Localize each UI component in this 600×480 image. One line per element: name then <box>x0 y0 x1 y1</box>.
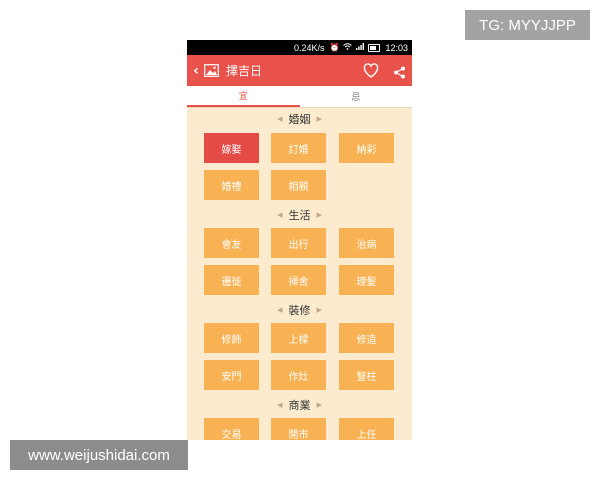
item-button[interactable]: 嫁娶 <box>204 133 259 163</box>
watermark-bottom-left: www.weijushidai.com <box>10 440 188 470</box>
triangle-left-icon: ◀ <box>277 115 283 123</box>
item-button[interactable]: 安門 <box>204 360 259 390</box>
category-list: ◀ 婚姻 ▶ 嫁娶 訂婚 納彩 婚禮 相親 ◀ 生活 ▶ 會友 出行 治病 遷徙… <box>187 108 412 440</box>
section-title: 商業 <box>288 399 311 412</box>
section-header-renovation: ◀ 裝修 ▶ <box>187 303 412 317</box>
item-button[interactable]: 納彩 <box>339 133 394 163</box>
tab-ji[interactable]: 忌 <box>300 86 413 107</box>
section-title: 婚姻 <box>288 113 311 126</box>
section-header-business: ◀ 商業 ▶ <box>187 398 412 412</box>
item-button[interactable]: 上樑 <box>271 323 326 353</box>
wifi-icon <box>343 43 353 52</box>
heart-icon[interactable] <box>362 62 380 79</box>
tab-bar: 宜 忌 <box>187 86 412 108</box>
item-button[interactable]: 出行 <box>271 228 326 258</box>
item-button[interactable]: 相親 <box>271 170 326 200</box>
tab-yi[interactable]: 宜 <box>187 86 300 107</box>
triangle-right-icon: ▶ <box>316 401 322 409</box>
item-button[interactable]: 理髮 <box>339 265 394 295</box>
share-icon[interactable] <box>393 64 406 79</box>
triangle-left-icon: ◀ <box>277 401 283 409</box>
triangle-left-icon: ◀ <box>277 211 283 219</box>
item-button[interactable]: 婚禮 <box>204 170 259 200</box>
triangle-right-icon: ▶ <box>316 115 322 123</box>
battery-icon <box>368 43 381 52</box>
page-title: 擇吉日 <box>226 64 263 78</box>
item-button[interactable]: 上任 <box>339 418 394 440</box>
triangle-right-icon: ▶ <box>316 211 322 219</box>
item-button[interactable]: 遷徙 <box>204 265 259 295</box>
section-title: 生活 <box>288 209 311 222</box>
watermark-top-right: TG: MYYJJPP <box>465 10 590 40</box>
item-button[interactable]: 會友 <box>204 228 259 258</box>
phone-screen: 0.24K/s ⏰ 12:03 ‹ 擇吉日 宜 忌 ◀ 婚姻 ▶ 嫁娶 訂婚 納… <box>187 40 412 440</box>
status-icons: ⏰ <box>330 43 381 52</box>
item-button[interactable]: 修造 <box>339 323 394 353</box>
item-button[interactable]: 治病 <box>339 228 394 258</box>
chevron-left-icon[interactable]: ‹ <box>190 63 202 79</box>
alarm-icon: ⏰ <box>329 43 340 52</box>
triangle-left-icon: ◀ <box>277 306 283 314</box>
network-speed: 0.24K/s <box>293 42 325 53</box>
section-header-marriage: ◀ 婚姻 ▶ <box>187 112 412 126</box>
signal-icon <box>356 43 365 52</box>
triangle-right-icon: ▶ <box>316 306 322 314</box>
item-button[interactable]: 訂婚 <box>271 133 326 163</box>
section-title: 裝修 <box>288 304 311 317</box>
clock: 12:03 <box>385 42 408 53</box>
item-button[interactable]: 修飾 <box>204 323 259 353</box>
app-bar: ‹ 擇吉日 <box>187 55 412 86</box>
item-button[interactable]: 掃舍 <box>271 265 326 295</box>
item-button[interactable]: 開市 <box>271 418 326 440</box>
item-button[interactable]: 作灶 <box>271 360 326 390</box>
item-button[interactable]: 豎柱 <box>339 360 394 390</box>
item-button[interactable]: 交易 <box>204 418 259 440</box>
section-header-life: ◀ 生活 ▶ <box>187 208 412 222</box>
status-bar: 0.24K/s ⏰ 12:03 <box>187 40 412 55</box>
image-icon <box>204 64 220 78</box>
